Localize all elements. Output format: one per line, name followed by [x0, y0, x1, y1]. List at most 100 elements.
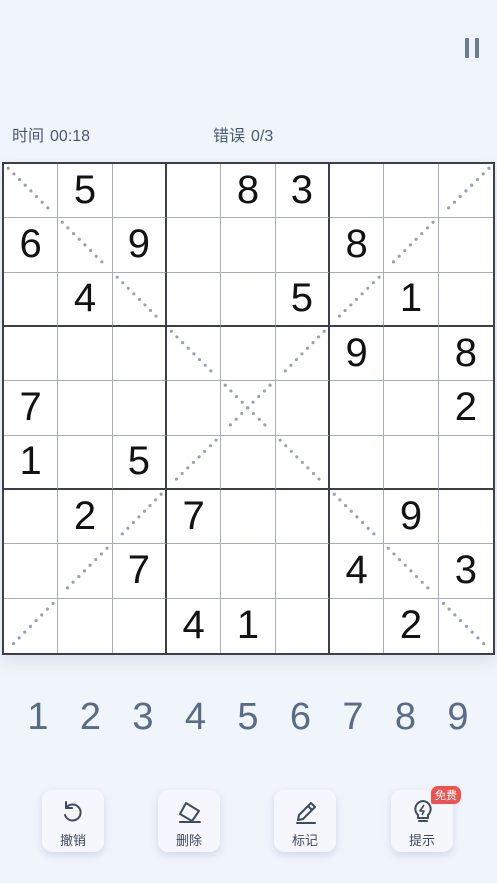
undo-label: 撤销: [59, 833, 86, 848]
sudoku-cell-r1c6[interactable]: 3: [275, 164, 330, 219]
sudoku-cell-r8c5[interactable]: [221, 544, 276, 599]
sudoku-cell-r5c5[interactable]: [221, 381, 276, 436]
sudoku-cell-r8c9[interactable]: 3: [438, 544, 493, 599]
sudoku-cell-r1c3[interactable]: [112, 164, 167, 219]
sudoku-cell-r1c2[interactable]: 5: [58, 164, 113, 219]
sudoku-cell-r6c6[interactable]: [275, 435, 330, 490]
sudoku-cell-r8c3[interactable]: 7: [112, 544, 167, 599]
sudoku-cell-r5c2[interactable]: [58, 381, 113, 436]
sudoku-cell-r8c1[interactable]: [4, 544, 59, 599]
sudoku-cell-r8c8[interactable]: [384, 544, 439, 599]
sudoku-cell-r1c8[interactable]: [384, 164, 439, 219]
notes-button[interactable]: 标记: [274, 790, 336, 852]
sudoku-cell-r2c1[interactable]: 6: [4, 218, 59, 273]
sudoku-cell-r7c8[interactable]: 9: [384, 489, 439, 545]
sudoku-cell-r9c7[interactable]: [330, 598, 385, 653]
sudoku-cell-r3c6[interactable]: 5: [275, 272, 330, 327]
sudoku-cell-r5c6[interactable]: [275, 381, 330, 436]
sudoku-cell-r6c1[interactable]: 1: [4, 435, 59, 490]
sudoku-cell-r6c7[interactable]: [329, 435, 385, 490]
cell-digit: 3: [290, 168, 313, 213]
sudoku-cell-r5c7[interactable]: [329, 381, 385, 436]
number-button-1[interactable]: 1: [13, 696, 63, 739]
sudoku-cell-r3c9[interactable]: [438, 273, 493, 327]
sudoku-cell-r7c2[interactable]: 2: [58, 489, 113, 545]
sudoku-cell-r4c9[interactable]: 8: [438, 327, 493, 382]
sudoku-cell-r5c9[interactable]: 2: [438, 381, 493, 436]
sudoku-cell-r9c8[interactable]: 2: [384, 598, 439, 653]
sudoku-cell-r2c6[interactable]: [275, 218, 330, 273]
sudoku-cell-r3c7[interactable]: [329, 272, 385, 327]
sudoku-cell-r5c3[interactable]: [112, 381, 167, 436]
sudoku-cell-r6c9[interactable]: [438, 436, 493, 490]
sudoku-cell-r7c3[interactable]: [112, 489, 167, 545]
sudoku-cell-r4c4[interactable]: [166, 326, 222, 382]
sudoku-cell-r2c9[interactable]: [438, 218, 493, 273]
sudoku-cell-r5c8[interactable]: [384, 381, 439, 436]
sudoku-cell-r2c7[interactable]: 8: [329, 218, 385, 273]
sudoku-cell-r6c8[interactable]: [384, 435, 439, 490]
sudoku-cell-r7c7[interactable]: [329, 489, 385, 545]
sudoku-cell-r9c2[interactable]: [58, 598, 113, 653]
number-button-9[interactable]: 9: [433, 696, 483, 739]
sudoku-cell-r4c6[interactable]: [275, 326, 330, 382]
sudoku-cell-r3c5[interactable]: [221, 272, 276, 327]
sudoku-cell-r1c9[interactable]: [438, 164, 493, 219]
sudoku-cell-r7c9[interactable]: [438, 490, 493, 545]
number-button-5[interactable]: 5: [223, 696, 273, 739]
pause-button[interactable]: [458, 34, 486, 62]
sudoku-cell-r7c6[interactable]: [275, 489, 330, 545]
sudoku-cell-r3c8[interactable]: 1: [384, 272, 439, 327]
cell-digit: 8: [345, 222, 368, 267]
sudoku-cell-r2c8[interactable]: [384, 218, 439, 273]
sudoku-cell-r2c4[interactable]: [166, 218, 222, 273]
sudoku-cell-r1c7[interactable]: [329, 164, 385, 219]
sudoku-cell-r4c7[interactable]: 9: [329, 326, 385, 382]
sudoku-cell-r4c1[interactable]: [4, 326, 59, 382]
number-button-2[interactable]: 2: [66, 696, 116, 739]
sudoku-cell-r5c1[interactable]: 7: [4, 381, 59, 436]
sudoku-cell-r9c4[interactable]: 4: [167, 598, 222, 653]
undo-button[interactable]: 撤销: [42, 790, 104, 852]
number-button-6[interactable]: 6: [276, 696, 326, 739]
sudoku-cell-r3c2[interactable]: 4: [58, 272, 113, 327]
sudoku-cell-r4c2[interactable]: [58, 326, 113, 382]
sudoku-cell-r5c4[interactable]: [166, 381, 222, 436]
sudoku-cell-r2c3[interactable]: 9: [112, 218, 167, 273]
sudoku-cell-r1c5[interactable]: 8: [221, 164, 276, 219]
sudoku-cell-r7c4[interactable]: 7: [166, 489, 222, 545]
sudoku-cell-r9c9[interactable]: [439, 599, 493, 653]
sudoku-cell-r1c1[interactable]: [4, 164, 59, 219]
sudoku-cell-r8c7[interactable]: 4: [329, 544, 385, 599]
sudoku-cell-r9c6[interactable]: [276, 598, 330, 653]
sudoku-cell-r8c4[interactable]: [166, 544, 222, 599]
number-button-4[interactable]: 4: [171, 696, 221, 739]
timer: 时间 00:18: [12, 122, 90, 146]
number-button-3[interactable]: 3: [118, 696, 168, 739]
sudoku-cell-r9c3[interactable]: [113, 598, 167, 653]
sudoku-cell-r4c3[interactable]: [112, 326, 167, 382]
sudoku-cell-r1c4[interactable]: [166, 164, 222, 219]
sudoku-cell-r3c3[interactable]: [112, 272, 167, 327]
sudoku-cell-r3c4[interactable]: [166, 272, 222, 327]
sudoku-cell-r2c2[interactable]: [58, 218, 113, 273]
diagonal-marker: [115, 492, 163, 541]
sudoku-cell-r3c1[interactable]: [4, 272, 59, 327]
sudoku-cell-r6c4[interactable]: [166, 435, 222, 490]
sudoku-cell-r8c2[interactable]: [58, 544, 113, 599]
sudoku-cell-r9c1[interactable]: [4, 598, 59, 653]
sudoku-cell-r7c1[interactable]: [4, 489, 59, 545]
sudoku-cell-r6c2[interactable]: [58, 435, 113, 490]
number-button-7[interactable]: 7: [328, 696, 378, 739]
number-button-8[interactable]: 8: [381, 696, 431, 739]
cell-digit: 2: [454, 385, 477, 430]
sudoku-cell-r9c5[interactable]: 1: [221, 598, 276, 653]
sudoku-cell-r7c5[interactable]: [221, 489, 276, 545]
sudoku-cell-r6c3[interactable]: 5: [112, 435, 167, 490]
delete-button[interactable]: 删除: [158, 790, 220, 852]
sudoku-cell-r8c6[interactable]: [275, 544, 330, 599]
sudoku-cell-r4c5[interactable]: [221, 326, 276, 382]
sudoku-cell-r6c5[interactable]: [221, 435, 276, 490]
sudoku-cell-r2c5[interactable]: [221, 218, 276, 273]
sudoku-cell-r4c8[interactable]: [384, 326, 439, 382]
